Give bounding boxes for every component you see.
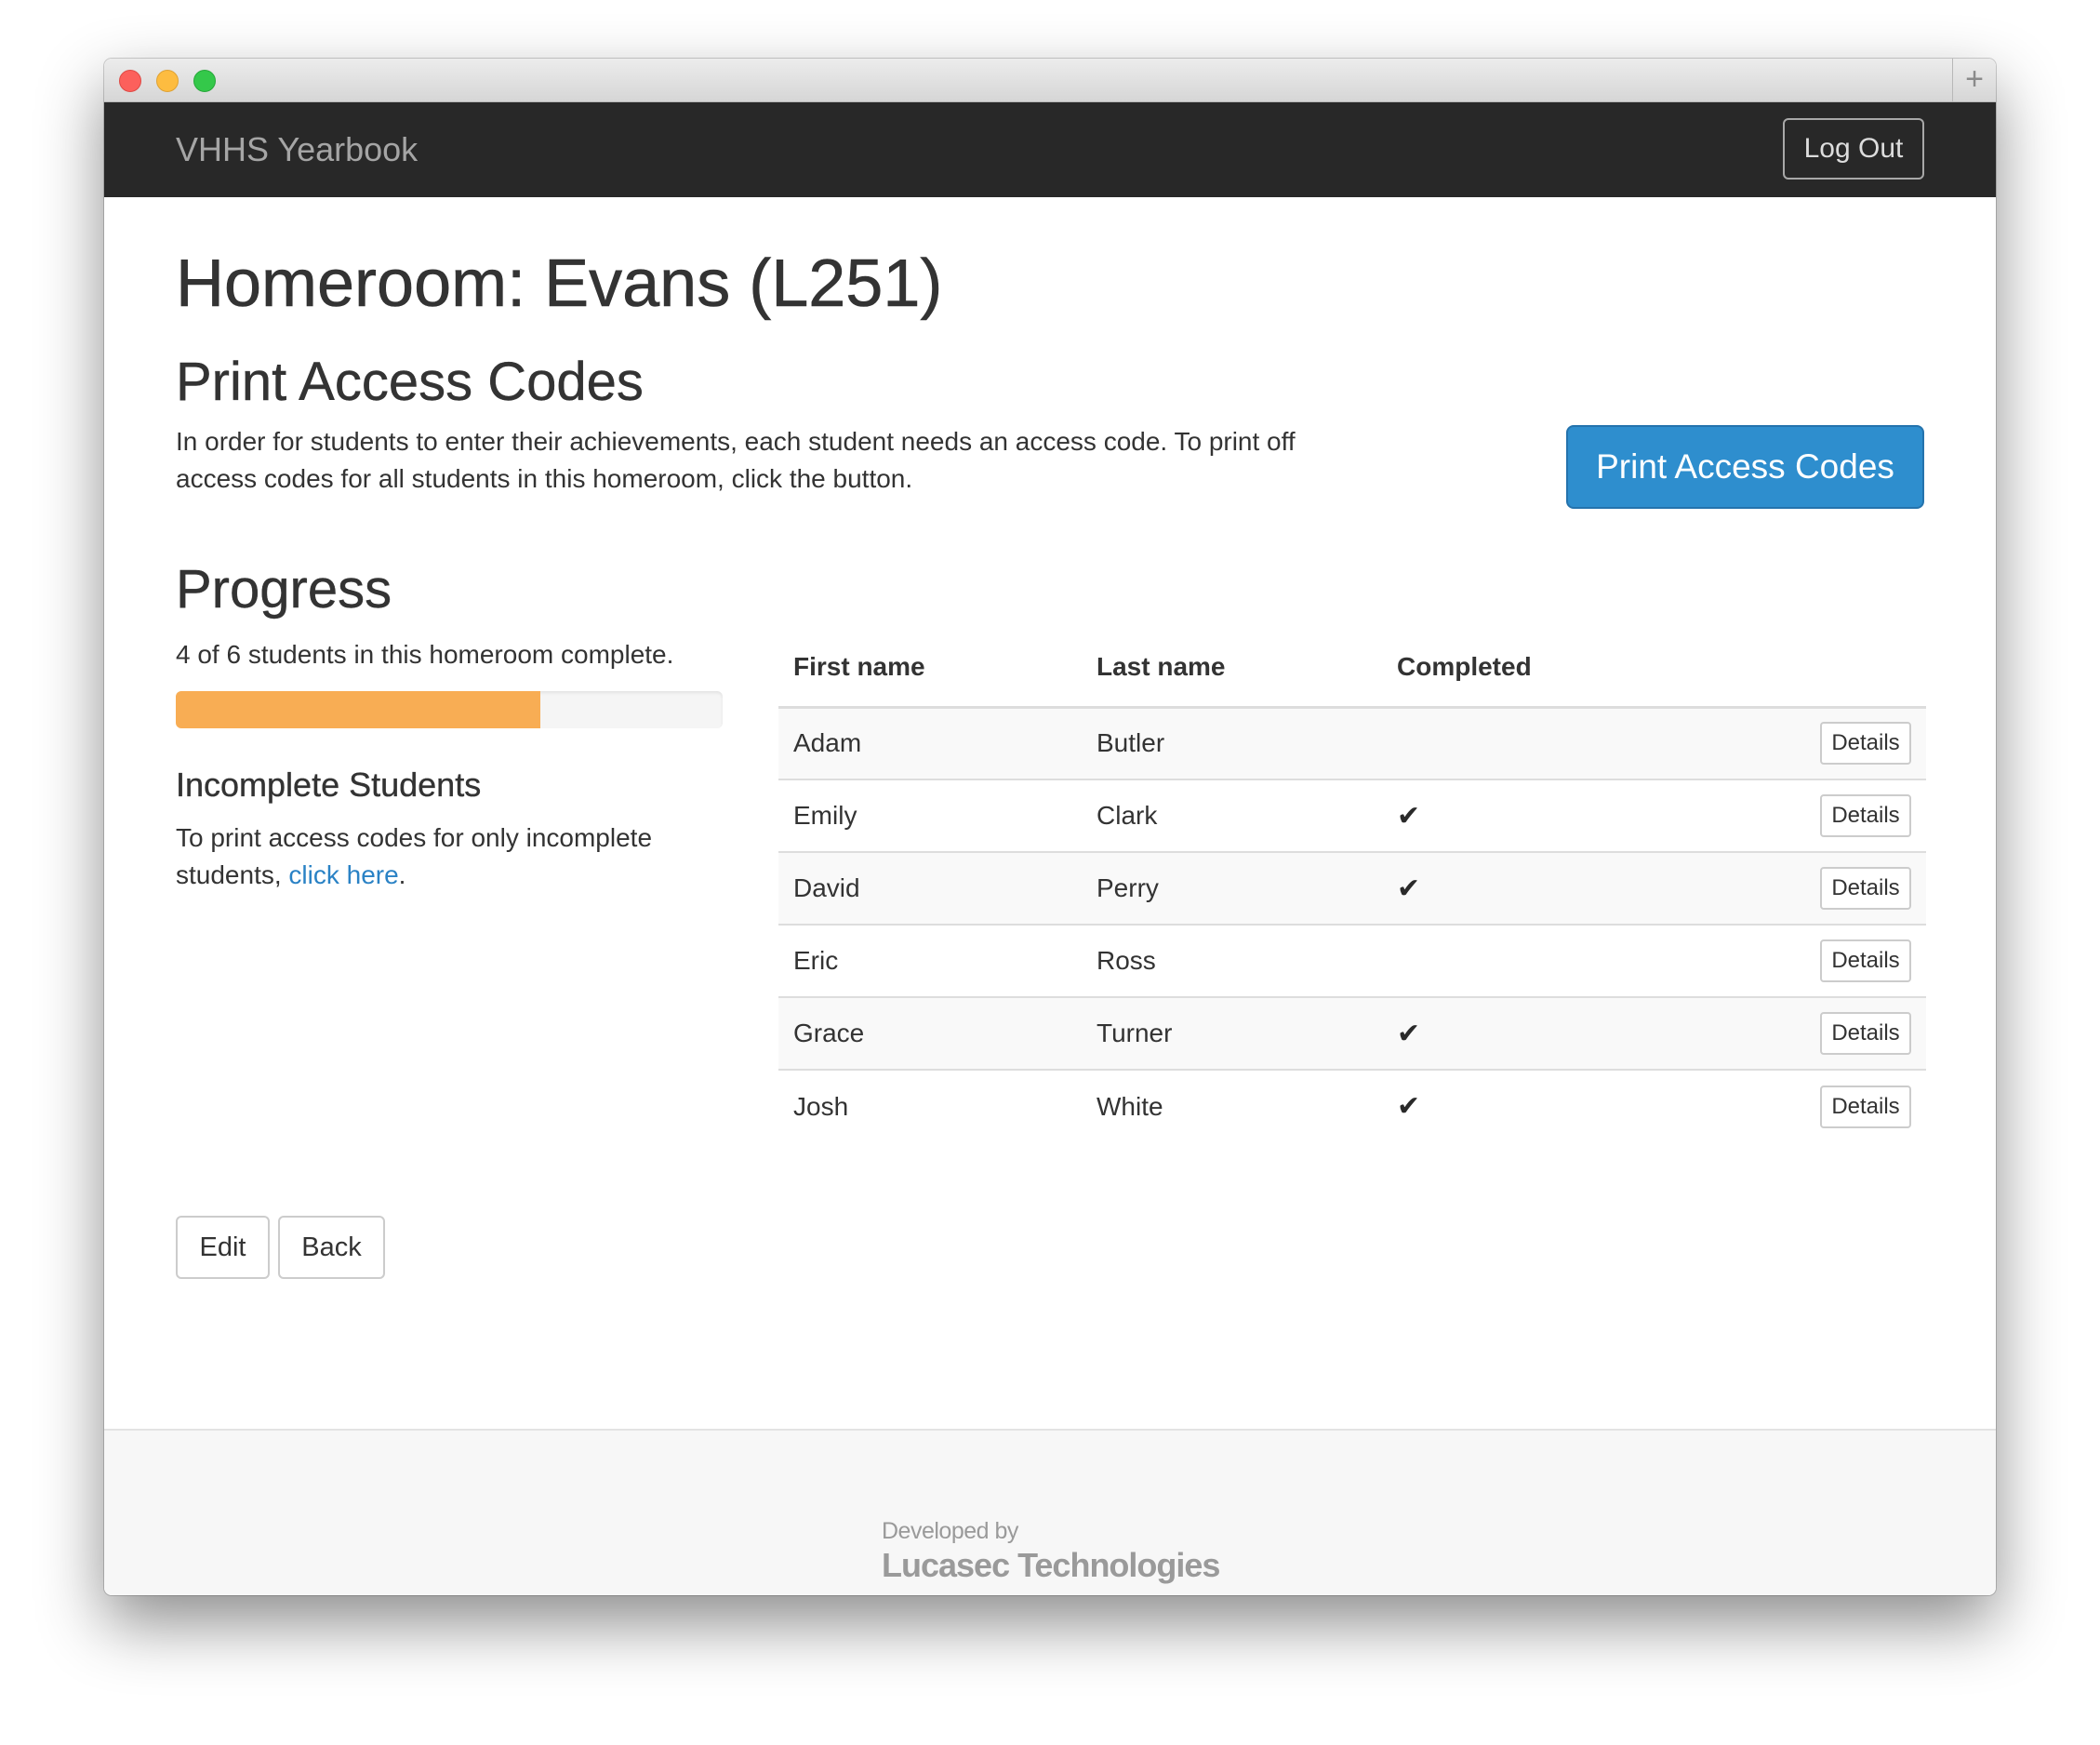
first-name-cell: Emily xyxy=(778,779,1082,852)
completed-cell: ✔ xyxy=(1382,851,1661,925)
last-name-cell: Turner xyxy=(1082,996,1382,1070)
window-titlebar: + xyxy=(104,59,1996,102)
details-button[interactable]: Details xyxy=(1820,722,1911,766)
edit-button[interactable]: Edit xyxy=(176,1216,270,1279)
footer-company-logo[interactable]: Lucasec Technologies xyxy=(882,1546,1220,1585)
logout-button[interactable]: Log Out xyxy=(1783,118,1924,180)
print-access-codes-button[interactable]: Print Access Codes xyxy=(1566,425,1924,509)
actions-cell: Details xyxy=(1661,1069,1926,1142)
last-name-cell: Butler xyxy=(1082,706,1382,779)
actions-cell: Details xyxy=(1661,706,1926,779)
details-button[interactable]: Details xyxy=(1820,1012,1911,1055)
back-button[interactable]: Back xyxy=(278,1216,385,1279)
table-row: Josh White ✔ Details xyxy=(778,1069,1926,1142)
last-name-cell: Clark xyxy=(1082,779,1382,852)
print-codes-heading: Print Access Codes xyxy=(176,352,644,412)
incomplete-students-heading: Incomplete Students xyxy=(176,766,482,804)
column-header-last-name[interactable]: Last name xyxy=(1082,629,1382,709)
new-tab-icon[interactable]: + xyxy=(1952,59,1996,101)
last-name-cell: Ross xyxy=(1082,924,1382,997)
progress-bar xyxy=(176,691,723,728)
top-navbar: VHHS Yearbook Log Out xyxy=(104,102,1996,197)
column-header-first-name[interactable]: First name xyxy=(778,629,1082,709)
checkmark-icon: ✔ xyxy=(1397,872,1421,904)
first-name-cell: David xyxy=(778,851,1082,925)
actions-cell: Details xyxy=(1661,996,1926,1070)
table-row: Eric Ross Details xyxy=(778,924,1926,997)
page-footer: Developed by Lucasec Technologies xyxy=(104,1429,1996,1595)
completed-cell: ✔ xyxy=(1382,779,1661,852)
last-name-cell: Perry xyxy=(1082,851,1382,925)
first-name-cell: Adam xyxy=(778,706,1082,779)
first-name-cell: Eric xyxy=(778,924,1082,997)
print-incomplete-link[interactable]: click here xyxy=(288,860,398,889)
students-table: First name Last name Completed Adam Butle… xyxy=(778,629,1926,1142)
details-button[interactable]: Details xyxy=(1820,794,1911,837)
checkmark-icon: ✔ xyxy=(1397,800,1421,832)
table-header-row: First name Last name Completed xyxy=(778,629,1926,709)
navbar-brand[interactable]: VHHS Yearbook xyxy=(176,102,418,197)
last-name-cell: White xyxy=(1082,1069,1382,1142)
actions-cell: Details xyxy=(1661,924,1926,997)
details-button[interactable]: Details xyxy=(1820,939,1911,982)
first-name-cell: Josh xyxy=(778,1069,1082,1142)
table-row: Grace Turner ✔ Details xyxy=(778,996,1926,1070)
details-button[interactable]: Details xyxy=(1820,867,1911,910)
column-header-completed[interactable]: Completed xyxy=(1382,629,1661,709)
zoom-window-button[interactable] xyxy=(193,70,216,92)
table-row: Emily Clark ✔ Details xyxy=(778,779,1926,852)
page-title: Homeroom: Evans (L251) xyxy=(176,246,943,322)
incomplete-text-before: To print access codes for only incomplet… xyxy=(176,823,653,889)
completed-cell: ✔ xyxy=(1382,996,1661,1070)
print-codes-description: In order for students to enter their ach… xyxy=(176,427,1296,493)
checkmark-icon: ✔ xyxy=(1397,1018,1421,1049)
column-header-actions xyxy=(1661,629,1926,709)
browser-window: + VHHS Yearbook Log Out Homeroom: Evans … xyxy=(104,59,1996,1595)
progress-summary: 4 of 6 students in this homeroom complet… xyxy=(176,640,674,669)
progress-bar-fill xyxy=(176,691,540,728)
completed-cell: ✔ xyxy=(1382,1069,1661,1142)
actions-cell: Details xyxy=(1661,851,1926,925)
first-name-cell: Grace xyxy=(778,996,1082,1070)
completed-cell xyxy=(1382,706,1661,779)
checkmark-icon: ✔ xyxy=(1397,1091,1421,1122)
table-row: David Perry ✔ Details xyxy=(778,851,1926,925)
details-button[interactable]: Details xyxy=(1820,1085,1911,1128)
minimize-window-button[interactable] xyxy=(156,70,179,92)
incomplete-text-after: . xyxy=(398,860,406,889)
incomplete-students-text: To print access codes for only incomplet… xyxy=(176,819,697,894)
actions-cell: Details xyxy=(1661,779,1926,852)
close-window-button[interactable] xyxy=(119,70,141,92)
progress-heading: Progress xyxy=(176,559,392,619)
footer-developed-by: Developed by xyxy=(882,1518,1018,1544)
table-row: Adam Butler Details xyxy=(778,706,1926,779)
completed-cell xyxy=(1382,924,1661,997)
